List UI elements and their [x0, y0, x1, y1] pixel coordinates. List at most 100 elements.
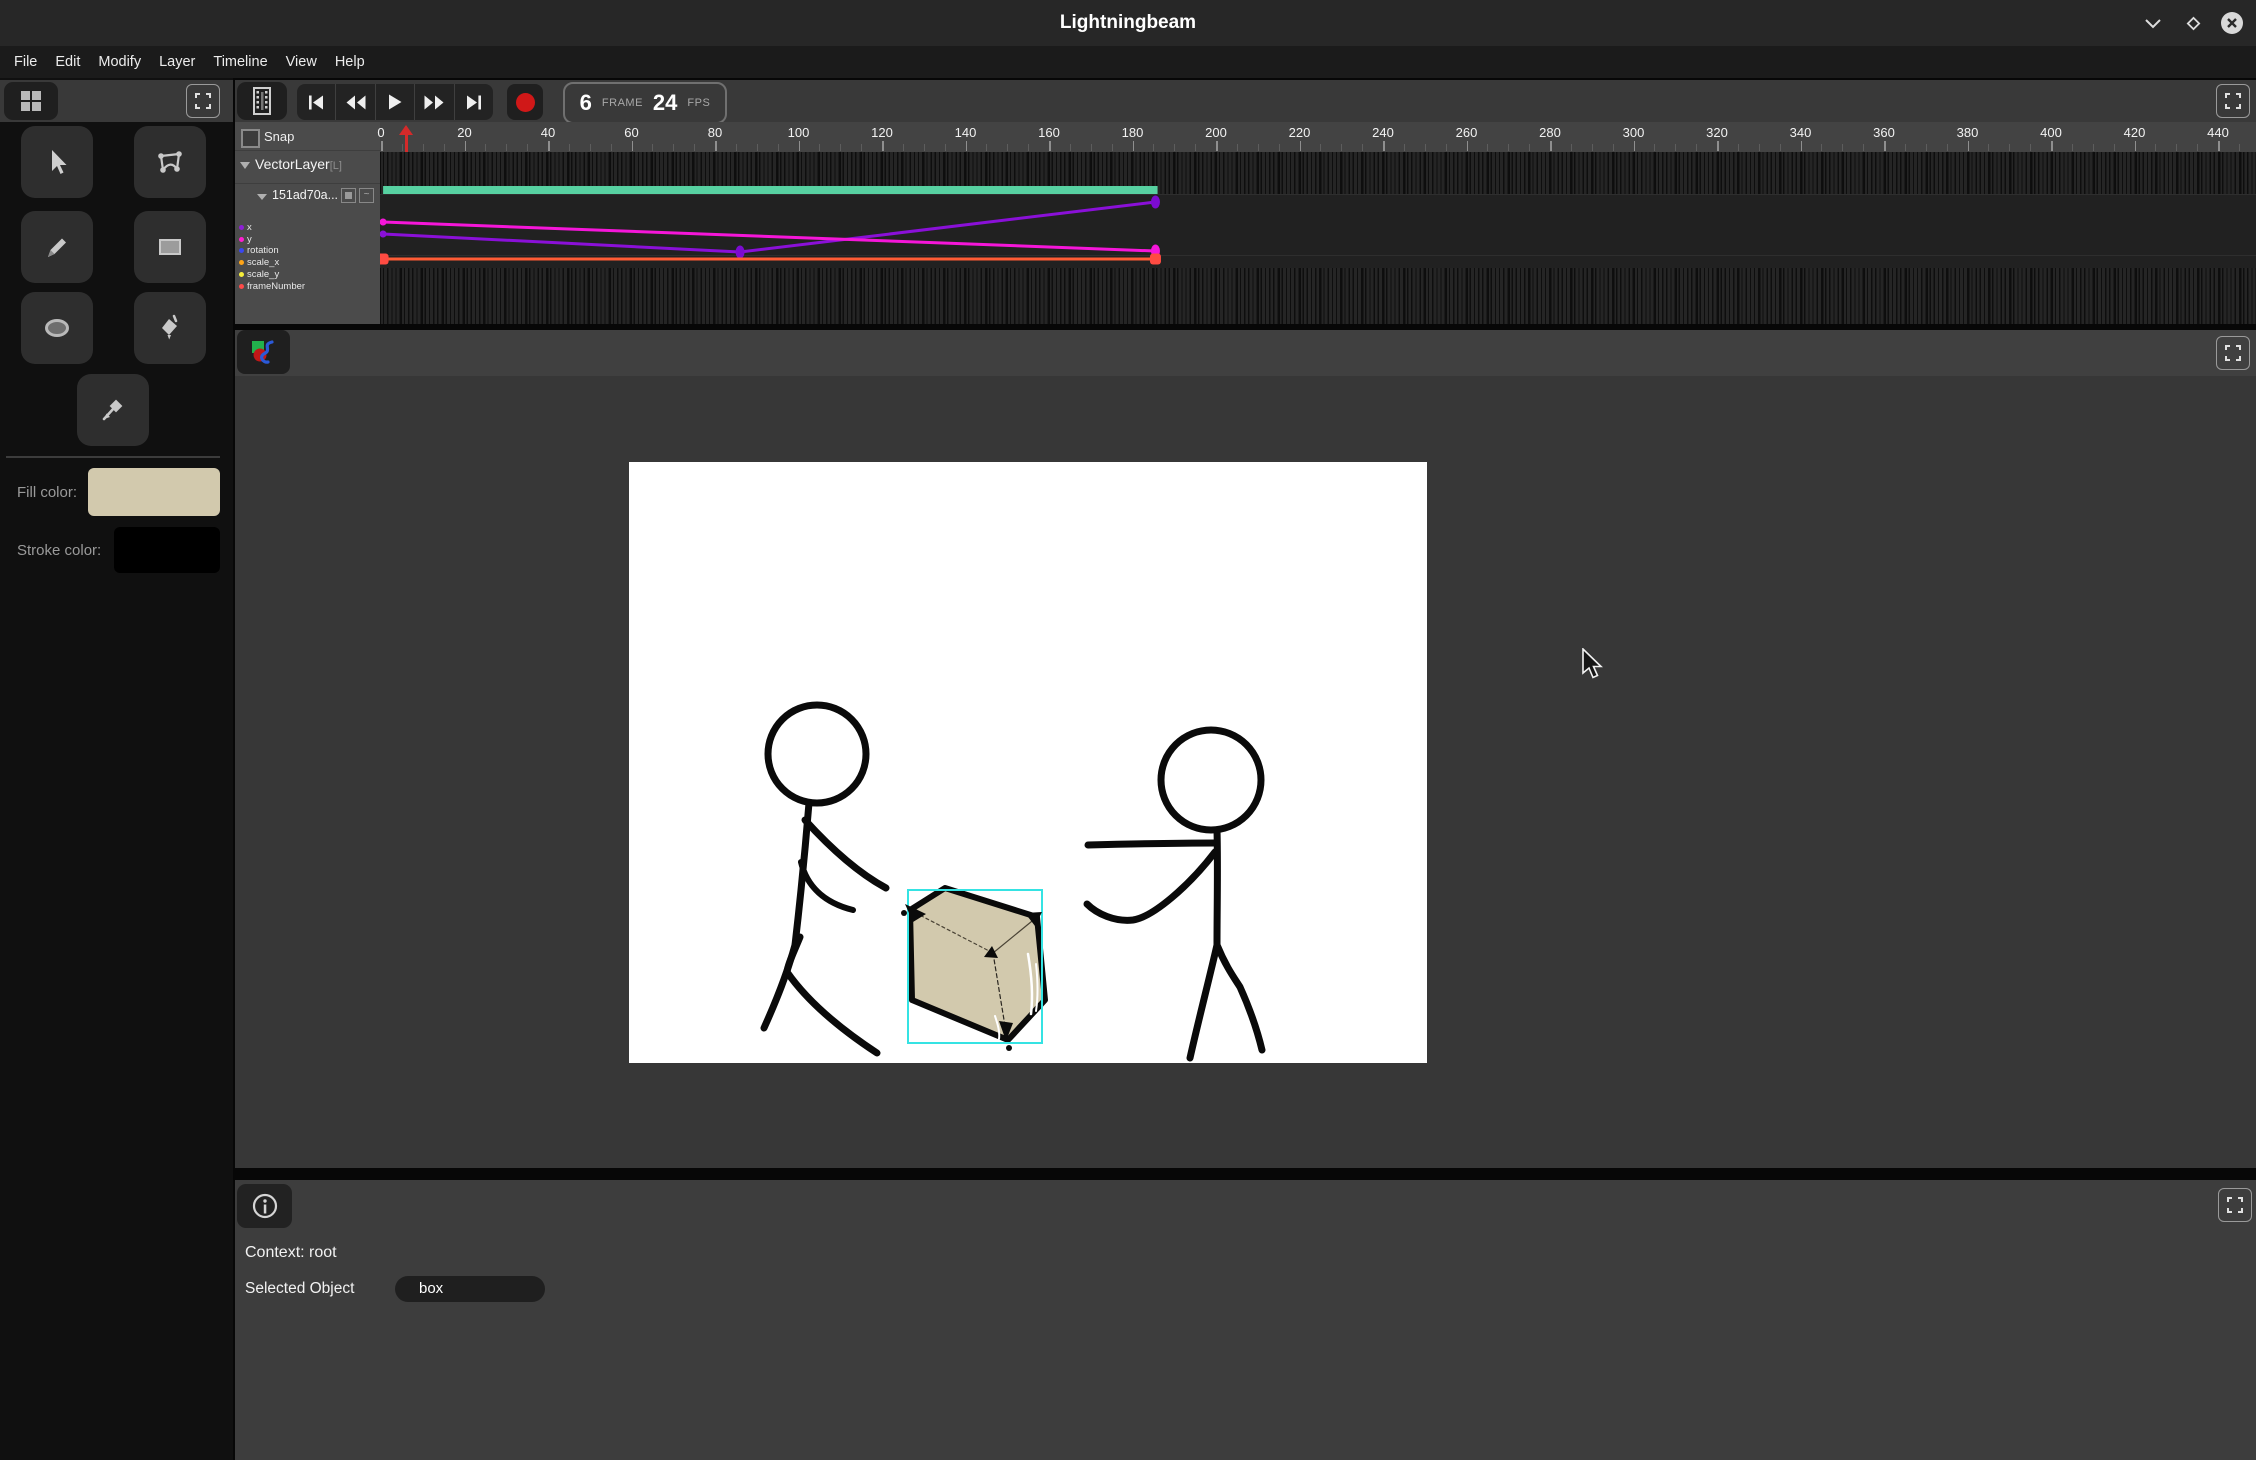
menu-layer[interactable]: Layer — [150, 54, 204, 70]
property-row-rotation[interactable]: rotation — [235, 245, 380, 257]
rewind-button[interactable] — [336, 84, 375, 120]
minimize-icon[interactable] — [2145, 19, 2161, 29]
snap-checkbox[interactable] — [241, 129, 260, 148]
menu-modify[interactable]: Modify — [89, 54, 150, 70]
tool-rectangle[interactable] — [134, 211, 206, 283]
info-tab-button[interactable] — [237, 1184, 292, 1228]
object-toggle-fill[interactable] — [341, 188, 356, 203]
menu-file[interactable]: File — [5, 54, 46, 70]
layer-extent-bar[interactable] — [383, 186, 1157, 194]
ruler-tick — [2072, 144, 2073, 151]
skip-start-button[interactable] — [297, 84, 336, 120]
layer-name[interactable]: VectorLayer[L] — [255, 156, 342, 172]
ruler-tick — [715, 141, 717, 151]
eyedropper-icon — [97, 394, 129, 426]
tool-pencil[interactable] — [21, 211, 93, 283]
stroke-color-swatch[interactable] — [114, 527, 220, 573]
selected-object-field[interactable]: box — [395, 1276, 545, 1302]
grid-icon — [19, 89, 43, 113]
object-toggle-curve[interactable]: ~ — [359, 188, 374, 203]
ruler-label: 320 — [1697, 125, 1737, 140]
ruler-tick — [2155, 144, 2156, 151]
tool-eyedropper[interactable] — [77, 374, 149, 446]
keyframe-y[interactable] — [380, 219, 387, 226]
sidebar-divider — [6, 456, 220, 458]
box-body — [910, 888, 1045, 1040]
skip-start-icon — [308, 95, 324, 110]
playhead-arrow-icon[interactable] — [399, 125, 413, 135]
left-figure-arm-upper — [805, 820, 886, 888]
frame-fps-display[interactable]: 6 FRAME 24 FPS — [563, 82, 727, 124]
rectangle-icon — [155, 232, 185, 262]
property-row-scale-y[interactable]: scale_y — [235, 268, 380, 280]
chevron-down-icon[interactable] — [257, 194, 267, 200]
keyframe-frameNumber[interactable] — [1150, 254, 1161, 265]
ruler-label: 40 — [528, 125, 568, 140]
timeline-tracks[interactable] — [380, 152, 2256, 324]
ruler-label: 400 — [2031, 125, 2071, 140]
ruler-tick — [945, 144, 946, 151]
playhead[interactable] — [405, 134, 408, 152]
fill-color-swatch[interactable] — [88, 468, 220, 516]
keyframe-x[interactable] — [1151, 196, 1160, 209]
close-icon[interactable] — [2221, 12, 2243, 34]
skip-end-button[interactable] — [455, 84, 493, 120]
ruler-label: 220 — [1280, 125, 1320, 140]
keyframe-x[interactable] — [380, 231, 387, 238]
property-row-scale-x[interactable]: scale_x — [235, 257, 380, 269]
stage-tab-button[interactable] — [237, 330, 290, 374]
tool-select[interactable] — [21, 126, 93, 198]
property-row-frame-number[interactable]: frameNumber — [235, 280, 380, 292]
keyframe-frameNumber[interactable] — [380, 254, 389, 265]
tool-paint-bucket[interactable] — [134, 292, 206, 364]
tool-ellipse[interactable] — [21, 292, 93, 364]
drawing-canvas[interactable] — [629, 462, 1427, 1063]
ruler-tick — [1884, 141, 1886, 151]
object-name[interactable]: 151ad70a... — [272, 188, 338, 202]
menu-view[interactable]: View — [277, 54, 326, 70]
ruler-tick — [1195, 144, 1196, 151]
ruler-tick — [527, 144, 528, 151]
ruler-tick — [2114, 144, 2115, 151]
ellipse-icon — [41, 313, 73, 343]
ruler-tick — [1571, 144, 1572, 151]
sidebar-expand-button[interactable] — [186, 84, 220, 118]
ruler-label: 380 — [1948, 125, 1988, 140]
ruler-tick — [1383, 141, 1385, 151]
keyframe-x[interactable] — [736, 246, 745, 259]
ruler-tick — [569, 144, 570, 151]
tool-transform[interactable] — [134, 126, 206, 198]
ruler-label: 160 — [1029, 125, 1069, 140]
timeline-ruler[interactable]: 0204060801001201401601802002202402602803… — [380, 122, 2256, 152]
ruler-tick — [1508, 144, 1509, 151]
property-row-x[interactable]: x — [235, 221, 380, 233]
timeline-film-button[interactable] — [237, 82, 287, 120]
menu-timeline[interactable]: Timeline — [204, 54, 276, 70]
maximize-icon[interactable] — [2185, 15, 2202, 32]
ruler-tick — [1738, 144, 1739, 151]
record-button[interactable] — [507, 84, 543, 120]
chevron-down-icon[interactable] — [240, 162, 250, 169]
title-bar[interactable]: Lightningbeam — [0, 0, 2256, 46]
window-title: Lightningbeam — [0, 0, 2256, 46]
panel-grid-button[interactable] — [4, 82, 58, 120]
ruler-tick — [1091, 144, 1092, 151]
property-row-y[interactable]: y — [235, 233, 380, 245]
right-figure-leg-right — [1217, 945, 1262, 1050]
menu-help[interactable]: Help — [326, 54, 374, 70]
ruler-tick — [966, 141, 968, 151]
ruler-label: 180 — [1113, 125, 1153, 140]
curve-y[interactable] — [383, 222, 1155, 251]
timeline-expand-button[interactable] — [2216, 84, 2250, 118]
ruler-tick — [2009, 144, 2010, 151]
play-button[interactable] — [376, 84, 415, 120]
ruler-tick — [2239, 144, 2240, 151]
inspector-expand-button[interactable] — [2218, 1188, 2252, 1222]
ruler-label: 20 — [445, 125, 485, 140]
fast-forward-button[interactable] — [415, 84, 454, 120]
ruler-tick — [381, 141, 383, 151]
ruler-label: 100 — [779, 125, 819, 140]
menu-edit[interactable]: Edit — [46, 54, 89, 70]
ruler-tick — [1153, 144, 1154, 151]
stage-expand-button[interactable] — [2216, 336, 2250, 370]
